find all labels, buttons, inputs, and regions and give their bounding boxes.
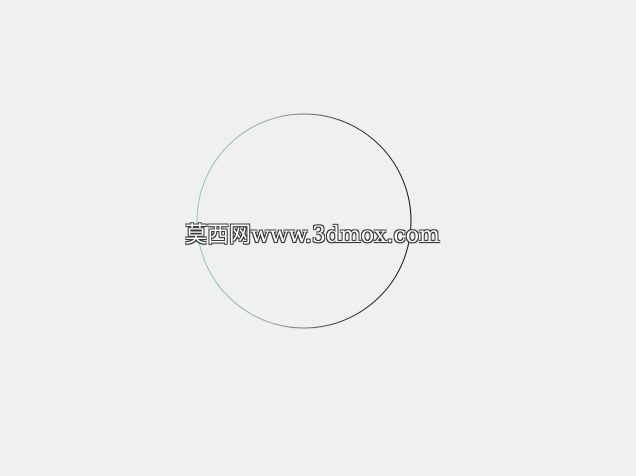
drawing-canvas: 莫西网www.3dmox.com <box>0 0 636 476</box>
circle-outline <box>196 113 412 329</box>
watermark-text: 莫西网www.3dmox.com <box>185 223 440 248</box>
